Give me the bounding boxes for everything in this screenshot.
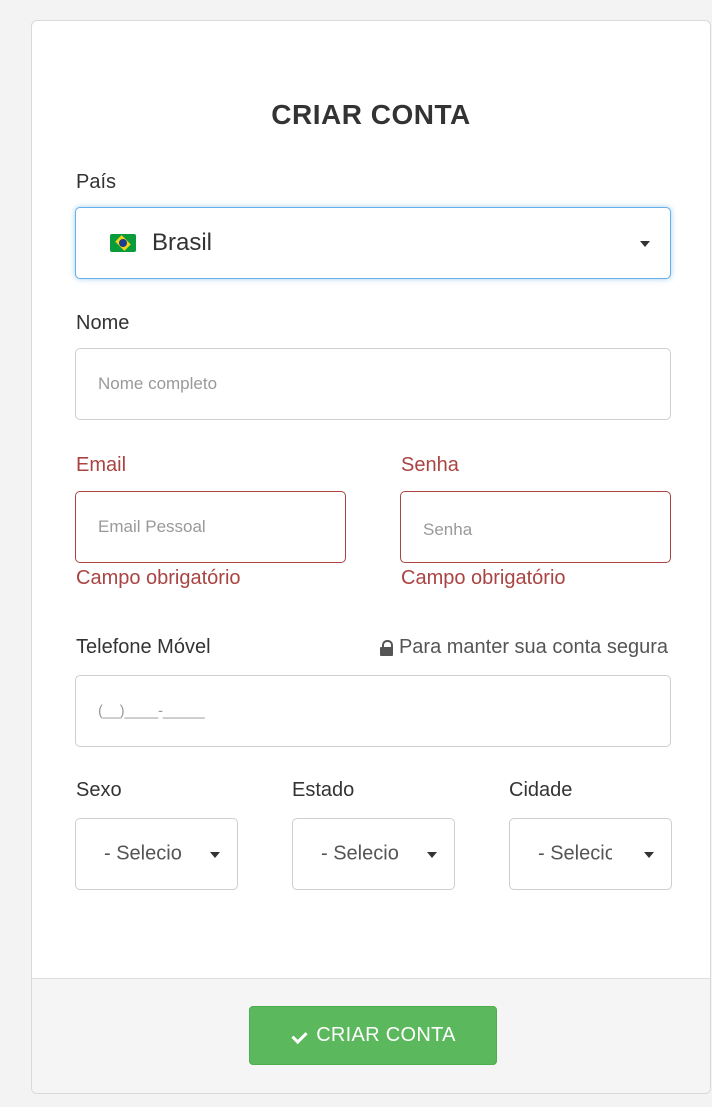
caret-down-icon [210,852,220,858]
state-select[interactable]: - Selecione - [292,818,455,890]
caret-down-icon [427,852,437,858]
email-label: Email [76,454,127,476]
create-account-button[interactable]: CRIAR CONTA [249,1006,497,1065]
name-label: Nome [76,312,130,334]
caret-down-icon [644,852,654,858]
brazil-flag-icon [110,234,136,252]
secure-note-text: Para manter sua conta segura [398,636,668,658]
state-selected: - Selecione - [321,842,399,865]
country-label: País [76,171,117,193]
phone-placeholder: (__)____-_____ [98,702,205,720]
sex-select[interactable]: - Selecione - [75,818,238,890]
check-icon [290,1029,306,1043]
email-placeholder: Email Pessoal [98,517,206,536]
country-value: Brasil [110,229,212,257]
name-placeholder: Nome completo [98,374,218,393]
secure-note: Para manter sua conta segura [379,636,668,659]
caret-down-icon [640,241,650,247]
name-input[interactable]: Nome completo [75,348,671,420]
password-input[interactable]: Senha [400,491,671,563]
country-select[interactable]: Brasil [75,207,671,279]
country-value-text: Brasil [152,229,213,256]
email-error: Campo obrigatório [76,567,241,589]
city-select[interactable]: - Selecione - [509,818,672,890]
city-selected: - Selecione - [538,842,612,865]
lock-icon [379,639,393,656]
create-account-button-label: CRIAR CONTA [316,1024,456,1046]
sex-label: Sexo [76,779,122,801]
sex-selected: - Selecione - [104,842,182,865]
card-footer: CRIAR CONTA [32,978,710,1093]
phone-label: Telefone Móvel [76,636,211,658]
email-input[interactable]: Email Pessoal [75,491,346,563]
phone-input[interactable]: (__)____-_____ [75,675,671,747]
page-top-strip [0,0,712,8]
signup-card: CRIAR CONTA País Brasil Nome Nome comple… [31,20,711,1094]
password-label: Senha [401,454,459,476]
password-placeholder: Senha [423,519,473,539]
password-error: Campo obrigatório [401,567,566,589]
form-title: CRIAR CONTA [271,99,471,130]
city-label: Cidade [509,779,573,801]
state-label: Estado [292,779,355,801]
